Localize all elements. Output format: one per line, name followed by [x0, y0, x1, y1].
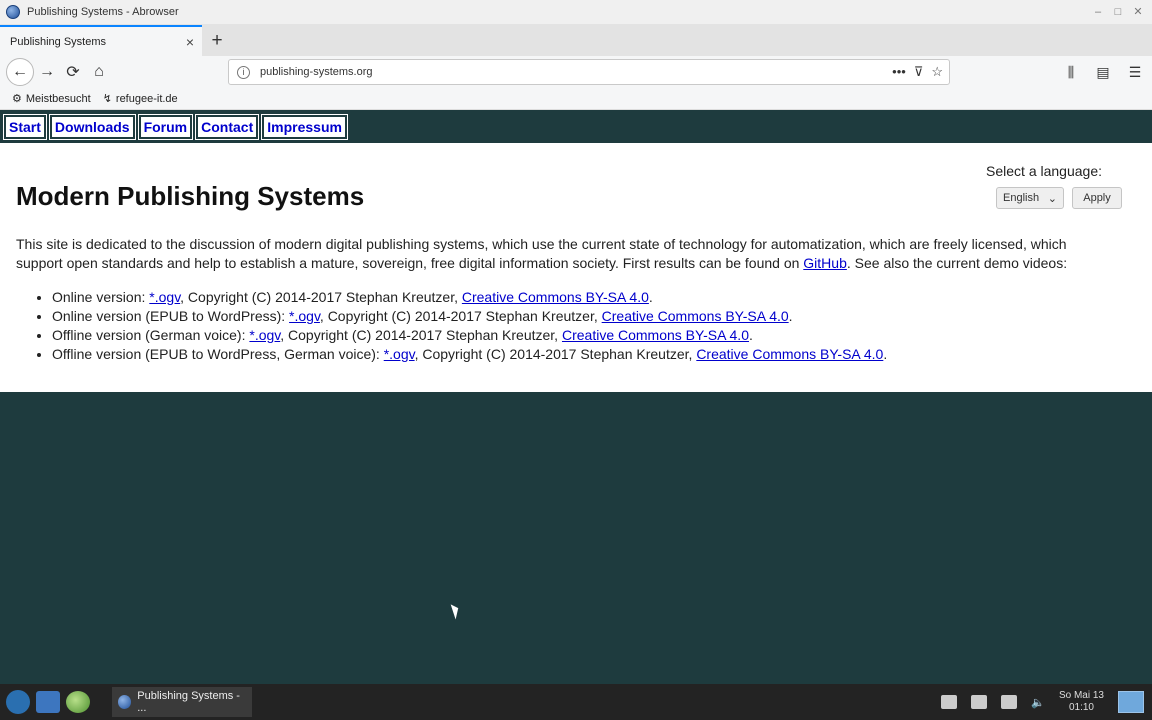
hamburger-menu-icon[interactable]: ☰ — [1124, 59, 1146, 85]
video-file-link[interactable]: *.ogv — [289, 308, 320, 324]
bookmark-refugee-it[interactable]: ↯ refugee-it.de — [102, 92, 178, 106]
copyright-text: , Copyright (C) 2014-2017 Stephan Kreutz… — [319, 308, 602, 324]
language-selector: Select a language: English ⌄ Apply — [986, 163, 1122, 209]
web-browser-launcher-icon[interactable] — [66, 691, 90, 713]
nav-link-forum[interactable]: Forum — [137, 113, 194, 140]
license-link[interactable]: Creative Commons BY-SA 4.0 — [696, 346, 883, 362]
library-icon[interactable]: ⫼ — [1060, 59, 1082, 85]
period: . — [648, 289, 653, 305]
list-item: Online version: *.ogv, Copyright (C) 201… — [52, 288, 887, 307]
list-item: Offline version (EPUB to WordPress, Germ… — [52, 345, 887, 364]
page-actions: ••• ⊽ ☆ — [892, 64, 943, 80]
bookmark-label: refugee-it.de — [115, 92, 178, 105]
new-tab-button[interactable]: + — [202, 25, 232, 56]
reload-button[interactable]: ⟳ — [60, 59, 86, 85]
clipboard-icon[interactable] — [971, 695, 988, 709]
clock[interactable]: So Mai 13 01:10 — [1059, 690, 1104, 714]
bookmark-star-icon[interactable]: ☆ — [931, 64, 943, 80]
license-link[interactable]: Creative Commons BY-SA 4.0 — [602, 308, 789, 324]
language-select[interactable]: English ⌄ — [996, 187, 1064, 209]
sidebar-icon[interactable]: ▤ — [1092, 59, 1114, 85]
content-area: Select a language: English ⌄ Apply Moder… — [0, 143, 1152, 392]
copyright-text: , Copyright (C) 2014-2017 Stephan Kreutz… — [280, 327, 562, 343]
file-manager-icon[interactable] — [36, 691, 60, 713]
chevron-down-icon: ⌄ — [1047, 192, 1057, 205]
home-button[interactable]: ⌂ — [86, 59, 112, 85]
period: . — [788, 308, 793, 324]
browser-logo-icon — [118, 695, 132, 709]
nav-link-impressum[interactable]: Impressum — [261, 113, 348, 140]
language-select-value: English — [1003, 192, 1040, 204]
mouse-cursor-icon — [450, 602, 462, 620]
battery-icon[interactable] — [941, 695, 958, 709]
maximize-icon[interactable]: □ — [1110, 4, 1126, 20]
period: . — [883, 346, 888, 362]
start-menu-icon[interactable] — [6, 690, 30, 714]
url-text[interactable]: publishing-systems.org — [260, 66, 373, 78]
bookmark-label: Meistbesucht — [25, 92, 91, 105]
system-tray: 🔈 So Mai 13 01:10 — [941, 690, 1144, 714]
video-title: Offline version (German voice): — [52, 327, 250, 343]
copyright-text: , Copyright (C) 2014-2017 Stephan Kreutz… — [414, 346, 697, 362]
video-file-link[interactable]: *.ogv — [384, 346, 415, 362]
minimize-icon[interactable]: – — [1090, 4, 1106, 20]
nav-link-downloads[interactable]: Downloads — [48, 113, 136, 140]
gear-icon: ⚙ — [12, 93, 22, 105]
clock-date: So Mai 13 — [1058, 690, 1104, 701]
video-file-link[interactable]: *.ogv — [249, 327, 280, 343]
video-title: Offline version (EPUB to WordPress, Germ… — [52, 346, 384, 362]
bookmark-meistbesucht[interactable]: ⚙ Meistbesucht — [12, 92, 91, 106]
navigation-toolbar: ← → ⟳ ⌂ i publishing-systems.org ••• ⊽ ☆… — [0, 56, 1152, 88]
page-actions-menu-icon[interactable]: ••• — [892, 64, 906, 80]
tab-strip: Publishing Systems × + — [0, 24, 1152, 56]
show-desktop-icon[interactable] — [1118, 691, 1144, 713]
license-link[interactable]: Creative Commons BY-SA 4.0 — [462, 289, 649, 305]
language-controls: English ⌄ Apply — [986, 187, 1122, 209]
network-icon[interactable] — [1001, 695, 1018, 709]
clock-time: 01:10 — [1068, 702, 1094, 713]
taskbar: Publishing Systems - ... 🔈 So Mai 13 01:… — [0, 684, 1152, 720]
list-item: Offline version (German voice): *.ogv, C… — [52, 326, 887, 345]
taskbar-window-label: Publishing Systems - ... — [137, 690, 240, 714]
nav-link-contact[interactable]: Contact — [195, 113, 260, 140]
video-title: Online version (EPUB to WordPress): — [52, 308, 290, 324]
github-link[interactable]: GitHub — [803, 255, 847, 271]
toolbar-right: ⫼ ▤ ☰ — [1060, 59, 1146, 85]
browser-logo-icon — [6, 5, 20, 19]
intro-text-end: . See also the current demo videos: — [846, 255, 1068, 271]
list-item: Online version (EPUB to WordPress): *.og… — [52, 307, 887, 326]
back-button[interactable]: ← — [6, 58, 34, 86]
video-title: Online version: — [52, 289, 150, 305]
site-info-icon[interactable]: i — [237, 65, 250, 79]
pocket-icon[interactable]: ⊽ — [914, 64, 924, 80]
period: . — [748, 327, 753, 343]
copyright-text: , Copyright (C) 2014-2017 Stephan Kreutz… — [180, 289, 462, 305]
tab-close-icon[interactable]: × — [186, 34, 194, 50]
site-navigation: Start Downloads Forum Contact Impressum — [0, 110, 1152, 143]
bookmark-favicon-icon: ↯ — [102, 93, 112, 105]
window-titlebar: Publishing Systems - Abrowser – □ ✕ — [0, 0, 1152, 24]
bookmarks-toolbar: ⚙ Meistbesucht ↯ refugee-it.de — [0, 88, 1152, 110]
taskbar-window-button[interactable]: Publishing Systems - ... — [112, 687, 252, 717]
license-link[interactable]: Creative Commons BY-SA 4.0 — [562, 327, 749, 343]
volume-icon[interactable]: 🔈 — [1031, 696, 1045, 709]
video-file-link[interactable]: *.ogv — [149, 289, 180, 305]
page-title: Modern Publishing Systems — [16, 181, 365, 211]
url-bar[interactable]: i publishing-systems.org ••• ⊽ ☆ — [228, 59, 950, 85]
language-label: Select a language: — [986, 163, 1102, 179]
apply-button[interactable]: Apply — [1072, 187, 1122, 209]
intro-paragraph: This site is dedicated to the discussion… — [16, 235, 1106, 273]
window-controls: – □ ✕ — [1090, 4, 1146, 20]
window-title: Publishing Systems - Abrowser — [27, 6, 179, 18]
close-window-icon[interactable]: ✕ — [1130, 4, 1146, 20]
demo-video-list: Online version: *.ogv, Copyright (C) 201… — [52, 288, 887, 364]
page-viewport: Start Downloads Forum Contact Impressum … — [0, 110, 1152, 684]
tab-publishing-systems[interactable]: Publishing Systems × — [0, 25, 202, 56]
forward-button[interactable]: → — [34, 59, 60, 85]
nav-link-start[interactable]: Start — [3, 113, 47, 140]
tab-label: Publishing Systems — [10, 35, 106, 48]
